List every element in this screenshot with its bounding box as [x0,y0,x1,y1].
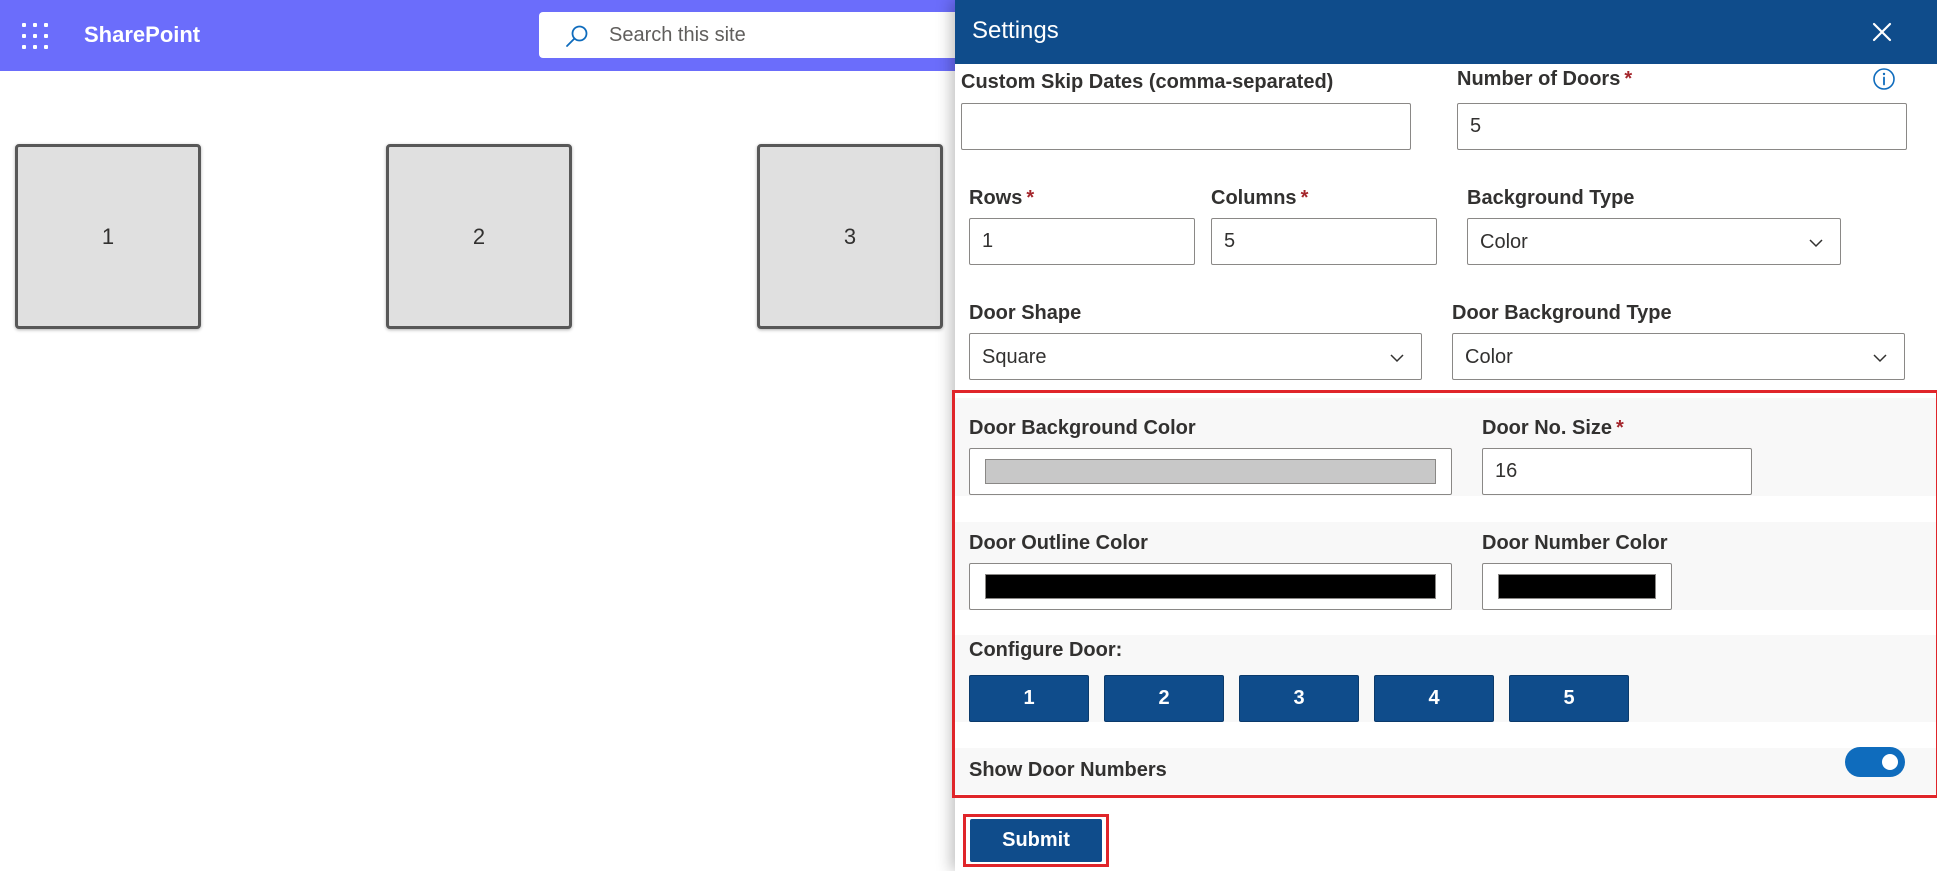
chevron-down-icon [1809,239,1823,248]
settings-panel: Settings Custom Skip Dates (comma-separa… [955,0,1937,871]
required-mark: * [1026,187,1035,209]
background-type-dropdown[interactable]: Color [1467,218,1841,265]
configure-door-label: Configure Door: [969,639,1123,661]
search-icon [566,25,588,47]
panel-header: Settings [955,0,1937,64]
configure-door-2-button[interactable]: 2 [1104,675,1224,722]
required-mark: * [1300,187,1309,209]
background-type-value: Color [1480,231,1528,253]
door-background-color-picker[interactable] [969,448,1452,495]
door-outline-color-swatch [985,574,1436,599]
app-launcher-icon[interactable] [22,23,48,49]
door-number-color-label: Door Number Color [1482,532,1668,554]
chevron-down-icon [1873,354,1887,363]
door-background-type-value: Color [1465,346,1513,368]
site-search-box[interactable] [539,12,979,58]
sharepoint-brand-link[interactable]: SharePoint [84,22,200,48]
custom-skip-dates-label: Custom Skip Dates (comma-separated) [961,71,1333,94]
columns-input[interactable] [1211,218,1437,265]
rows-label: Rows * [969,187,1034,210]
show-door-numbers-toggle[interactable] [1845,747,1905,777]
custom-skip-dates-input[interactable] [961,103,1411,150]
search-input[interactable] [609,20,909,50]
door-1[interactable]: 1 [15,144,201,329]
show-door-numbers-label: Show Door Numbers [969,759,1167,781]
panel-title: Settings [972,17,1059,44]
door-shape-label: Door Shape [969,302,1082,324]
toggle-knob [1882,754,1898,770]
submit-button[interactable]: Submit [970,819,1102,862]
door-background-color-swatch [985,459,1436,484]
door-3[interactable]: 3 [757,144,943,329]
door-background-color-label: Door Background Color [969,417,1196,439]
door-number-color-swatch [1498,574,1656,599]
columns-label-text: Columns [1211,187,1297,209]
number-of-doors-label: Number of Doors * [1457,68,1632,91]
number-of-doors-input[interactable] [1457,103,1907,150]
door-number-color-picker[interactable] [1482,563,1672,610]
configure-door-4-button[interactable]: 4 [1374,675,1494,722]
chevron-down-icon [1390,354,1404,363]
door-shape-value: Square [982,346,1047,368]
rows-input[interactable] [969,218,1195,265]
door-background-type-label: Door Background Type [1452,302,1672,324]
custom-skip-dates-label-text: Custom Skip Dates (comma-separated) [961,71,1334,93]
door-no-size-label-text: Door No. Size [1482,417,1613,439]
close-icon[interactable] [1870,20,1894,44]
columns-label: Columns * [1211,187,1308,210]
number-of-doors-label-text: Number of Doors [1457,68,1621,90]
info-icon[interactable] [1872,67,1896,91]
door-shape-dropdown[interactable]: Square [969,333,1422,380]
door-background-type-dropdown[interactable]: Color [1452,333,1905,380]
configure-door-5-button[interactable]: 5 [1509,675,1629,722]
door-outline-color-label: Door Outline Color [969,532,1148,554]
door-no-size-label: Door No. Size * [1482,417,1624,440]
door-2[interactable]: 2 [386,144,572,329]
rows-label-text: Rows [969,187,1023,209]
required-mark: * [1624,68,1633,90]
door-no-size-input[interactable] [1482,448,1752,495]
background-type-label: Background Type [1467,187,1635,209]
door-outline-color-picker[interactable] [969,563,1452,610]
configure-door-3-button[interactable]: 3 [1239,675,1359,722]
configure-door-1-button[interactable]: 1 [969,675,1089,722]
required-mark: * [1616,417,1624,439]
